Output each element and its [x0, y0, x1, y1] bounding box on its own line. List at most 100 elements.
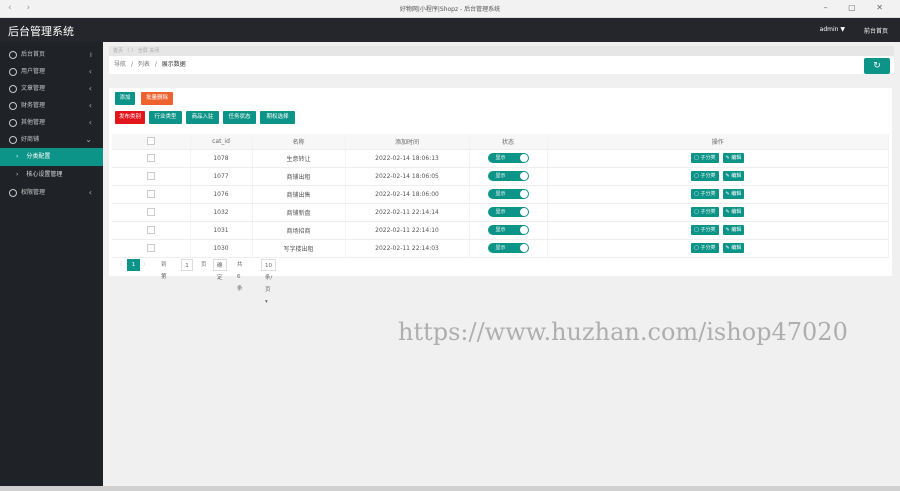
app-title: 后台管理系统 [8, 25, 74, 38]
cell-id: 1032 [190, 203, 253, 222]
edit-button[interactable]: ✎ 编辑 [722, 153, 745, 163]
breadcrumb-separator: / [154, 61, 157, 68]
sidebar-item-label: 核心设置管理 [26, 171, 63, 178]
cell-time: 2022-02-14 18:06:00 [345, 185, 470, 204]
edit-label: 编辑 [731, 191, 742, 197]
filter-button[interactable]: 发布类别 [115, 111, 145, 124]
chevron-down-icon: ⌄ [85, 135, 92, 144]
sidebar-item-users[interactable]: 用户管理 ‹ [0, 63, 103, 80]
subcategory-button[interactable]: ▢ 子分类 [691, 243, 719, 253]
cell-id: 1031 [190, 221, 253, 240]
breadcrumb-list[interactable]: 列表 [138, 61, 150, 68]
filter-button[interactable]: 行业类型 [149, 111, 182, 124]
row-checkbox[interactable] [146, 190, 155, 198]
tabs-strip-label: 首页 〈 〉 全屏 关闭 [113, 48, 160, 54]
table-header-row: cat_id 名称 添加时间 状态 操作 [112, 134, 889, 150]
filter-button[interactable]: 任务状态 [223, 111, 256, 124]
edit-label: 编辑 [731, 155, 742, 161]
next-page-button[interactable]: 〉 [143, 259, 149, 271]
tabs-strip[interactable]: 首页 〈 〉 全屏 关闭 [109, 46, 894, 56]
subcategory-button[interactable]: ▢ 子分类 [691, 225, 719, 235]
row-checkbox[interactable] [146, 226, 155, 234]
row-checkbox[interactable] [146, 154, 155, 162]
goto-confirm-button[interactable]: 确定 [213, 259, 227, 281]
status-toggle-label: 显示 [495, 191, 506, 197]
settings-icon [9, 118, 17, 127]
sidebar-item-finance[interactable]: 财务管理 ‹ [0, 97, 103, 114]
filter-button[interactable]: 商品入驻 [186, 111, 219, 124]
status-toggle[interactable]: 显示 [487, 243, 529, 253]
edit-button[interactable]: ✎ 编辑 [722, 243, 745, 253]
column-header[interactable]: 状态 [469, 134, 548, 150]
cell-time: 2022-02-14 18:06:13 [345, 149, 470, 168]
subcategory-label: 子分类 [700, 227, 716, 233]
user-menu[interactable]: admin ▼ [820, 26, 845, 33]
row-checkbox[interactable] [146, 208, 155, 216]
status-toggle[interactable]: 显示 [487, 207, 529, 217]
refresh-button[interactable]: ↻ [864, 58, 890, 74]
page-size-select[interactable]: 10 条/页 ▾ [261, 259, 277, 305]
sidebar-item-label: 财务管理 [21, 102, 46, 109]
status-toggle[interactable]: 显示 [487, 153, 529, 163]
cell-id: 1077 [190, 167, 253, 186]
sidebar-item-articles[interactable]: 文章管理 ‹ [0, 80, 103, 97]
chevron-left-icon: ‹ [88, 188, 92, 197]
status-toggle-label: 显示 [495, 209, 506, 215]
select-all-checkbox[interactable] [146, 137, 155, 146]
toggle-knob [519, 244, 528, 252]
prev-page-button[interactable]: 〈 [117, 259, 123, 271]
status-toggle[interactable]: 显示 [487, 189, 529, 199]
cell-id: 1078 [190, 149, 253, 168]
edit-button[interactable]: ✎ 编辑 [722, 189, 745, 199]
edit-button[interactable]: ✎ 编辑 [722, 225, 745, 235]
subcategory-button[interactable]: ▢ 子分类 [691, 189, 719, 199]
sidebar-item-label: 用户管理 [21, 68, 46, 75]
status-toggle[interactable]: 显示 [487, 225, 529, 235]
add-button[interactable]: 添加 [115, 92, 135, 105]
sidebar-item-permissions[interactable]: 权限管理 ‹ [0, 184, 103, 201]
breadcrumb-home[interactable]: 导航 [114, 61, 126, 68]
select-all-header[interactable] [112, 134, 191, 150]
sidebar-item-dashboard[interactable]: 后台首页 ı [0, 46, 103, 63]
table-row: 1078 生意转让 2022-02-14 18:06:13 显示 ▢ 子分类 ✎ … [112, 149, 889, 168]
goto-label: 到第 [161, 262, 167, 280]
edit-button[interactable]: ✎ 编辑 [722, 207, 745, 217]
frontend-home-link[interactable]: 前台首页 [864, 26, 888, 35]
cell-name: 写字楼出租 [252, 239, 346, 258]
subcategory-button[interactable]: ▢ 子分类 [691, 207, 719, 217]
edit-button[interactable]: ✎ 编辑 [722, 171, 745, 181]
article-icon [9, 84, 17, 93]
column-header[interactable]: 添加时间 [345, 134, 470, 150]
row-checkbox[interactable] [146, 172, 155, 180]
column-header[interactable]: 名称 [252, 134, 346, 150]
subcategory-button[interactable]: ▢ 子分类 [691, 153, 719, 163]
sidebar-item-other[interactable]: 其他管理 ‹ [0, 114, 103, 131]
filter-button[interactable]: 期权选择 [260, 111, 295, 124]
chevron-left-icon: ‹ [88, 101, 92, 110]
toggle-knob [519, 208, 528, 216]
subcategory-label: 子分类 [700, 209, 716, 215]
category-table: cat_id 名称 添加时间 状态 操作 1078 生意转让 2022-02-1… [112, 134, 889, 258]
subcategory-button[interactable]: ▢ 子分类 [691, 171, 719, 181]
status-toggle[interactable]: 显示 [487, 171, 529, 181]
sidebar-item-shop[interactable]: 好商铺 ⌄ [0, 131, 103, 148]
status-toggle-label: 显示 [495, 155, 506, 161]
page-1-button[interactable]: 1 [127, 259, 140, 271]
batch-delete-button[interactable]: 批量删除 [141, 92, 173, 105]
home-icon [9, 50, 17, 59]
chevron-right-icon: › [16, 153, 19, 160]
cell-name: 生意转让 [252, 149, 346, 168]
goto-page-input[interactable]: 1 [181, 259, 193, 271]
status-toggle-label: 显示 [495, 173, 506, 179]
cell-time: 2022-02-14 18:06:05 [345, 167, 470, 186]
table-row: 1032 商铺新盘 2022-02-11 22:14:14 显示 ▢ 子分类 ✎ … [112, 203, 889, 222]
column-header[interactable]: cat_id [190, 134, 253, 150]
toggle-knob [519, 154, 528, 162]
cell-id: 1076 [190, 185, 253, 204]
status-toggle-label: 显示 [495, 227, 506, 233]
row-checkbox[interactable] [146, 244, 155, 252]
sidebar: 后台首页 ı 用户管理 ‹ 文章管理 ‹ 财务管理 ‹ 其他管理 ‹ 好商铺 ⌄… [0, 42, 103, 491]
window-controls[interactable]: – ▢ ✕ [824, 3, 892, 12]
sidebar-item-core-settings[interactable]: › 核心设置管理 [0, 166, 103, 184]
sidebar-item-category-config[interactable]: › 分类配置 [0, 148, 103, 166]
